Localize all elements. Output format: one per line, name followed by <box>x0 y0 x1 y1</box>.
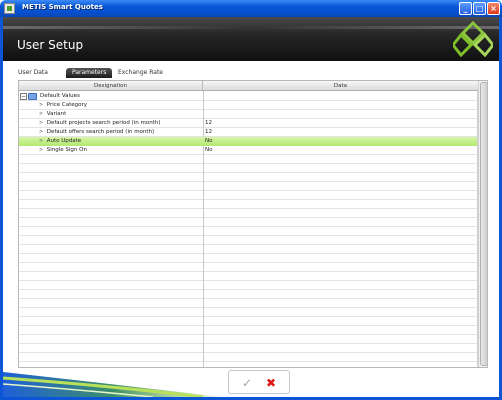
table-row[interactable]: > Variant <box>19 110 477 119</box>
row-data[interactable]: No <box>205 146 212 155</box>
column-header-data[interactable]: Data <box>203 81 479 91</box>
chevron-right-icon[interactable]: > <box>39 146 45 155</box>
grid-line <box>19 307 477 308</box>
row-designation: Default Values <box>40 93 80 99</box>
tab-user-data[interactable]: User Data <box>14 68 52 78</box>
grid-line <box>19 172 477 173</box>
chevron-right-icon[interactable]: > <box>39 119 45 128</box>
page-header: User Setup <box>3 17 499 61</box>
scrollbar-thumb[interactable] <box>480 82 487 366</box>
row-data[interactable]: No <box>205 137 212 146</box>
row-designation-cell: > Default projects search period (in mon… <box>39 119 161 128</box>
grid-line <box>19 334 477 335</box>
row-designation-cell: > Auto Update <box>39 137 81 146</box>
chevron-right-icon[interactable]: > <box>39 128 45 137</box>
row-designation: Default projects search period (in month… <box>46 120 161 126</box>
confirm-button[interactable]: ✓ <box>239 375 255 391</box>
close-button[interactable]: × <box>487 2 500 15</box>
chevron-right-icon[interactable]: > <box>39 110 45 119</box>
grid-line <box>19 163 477 164</box>
header-stripe <box>3 26 499 29</box>
grid-line <box>19 271 477 272</box>
grid-line <box>19 343 477 344</box>
grid-line <box>19 253 477 254</box>
footer-swoosh <box>3 372 223 397</box>
grid-line <box>19 262 477 263</box>
window-title: METIS Smart Quotes <box>22 3 103 11</box>
collapse-icon[interactable]: − <box>20 93 27 100</box>
cancel-button[interactable]: ✖ <box>263 375 279 391</box>
folder-icon <box>28 93 37 100</box>
row-data[interactable]: 12 <box>205 128 212 137</box>
app-icon[interactable] <box>4 3 15 14</box>
grid-line <box>19 217 477 218</box>
grid-line <box>19 361 477 362</box>
table-row[interactable]: > Default offers search period (in month… <box>19 128 477 137</box>
checkmark-icon: ✓ <box>241 376 253 390</box>
metis-logo <box>453 21 493 57</box>
chevron-right-icon[interactable]: > <box>39 101 45 110</box>
window-title-bar[interactable]: METIS Smart Quotes _ □ × <box>0 0 502 17</box>
parameters-table: Designation Data − Default Values > Pric… <box>18 80 488 368</box>
grid-line <box>19 289 477 290</box>
row-data[interactable]: 12 <box>205 119 212 128</box>
action-button-group: ✓ ✖ <box>228 370 290 394</box>
row-designation: Single Sign On <box>46 147 87 153</box>
x-icon: ✖ <box>265 376 277 390</box>
table-row[interactable]: > Price Category <box>19 101 477 110</box>
grid-line <box>19 208 477 209</box>
vertical-scrollbar[interactable] <box>478 81 487 367</box>
row-designation-cell: > Single Sign On <box>39 146 87 155</box>
grid-line <box>19 280 477 281</box>
row-designation-cell: > Price Category <box>39 101 87 110</box>
row-designation: Variant <box>46 111 67 117</box>
row-designation: Default offers search period (in month) <box>46 129 155 135</box>
grid-line <box>19 316 477 317</box>
row-designation: Price Category <box>46 102 88 108</box>
grid-line <box>19 226 477 227</box>
chevron-right-icon[interactable]: > <box>39 137 45 146</box>
row-designation-cell: > Default offers search period (in month… <box>39 128 154 137</box>
grid-line <box>19 190 477 191</box>
maximize-button[interactable]: □ <box>473 2 486 15</box>
tab-exchange-rate[interactable]: Exchange Rate <box>114 68 167 78</box>
grid-line <box>19 199 477 200</box>
table-row[interactable]: > Default projects search period (in mon… <box>19 119 477 128</box>
minimize-button[interactable]: _ <box>459 2 472 15</box>
grid-line <box>19 298 477 299</box>
row-designation: Auto Update <box>46 138 82 144</box>
grid-line <box>19 352 477 353</box>
grid-line <box>19 244 477 245</box>
column-header-designation[interactable]: Designation <box>19 81 203 91</box>
row-designation-cell: > Variant <box>39 110 66 119</box>
table-row-selected[interactable]: > Auto Update No <box>19 137 477 146</box>
table-row[interactable]: > Single Sign On No <box>19 146 477 155</box>
tab-parameters[interactable]: Parameters <box>66 68 113 78</box>
table-row-group[interactable]: − Default Values <box>19 92 477 101</box>
page-title: User Setup <box>17 38 84 52</box>
grid-line <box>19 235 477 236</box>
grid-line <box>19 181 477 182</box>
grid-line <box>19 325 477 326</box>
